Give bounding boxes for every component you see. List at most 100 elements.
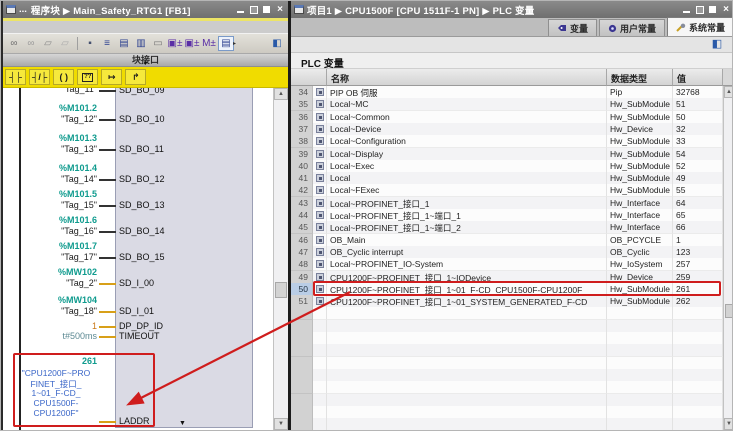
table-row-empty[interactable] <box>291 344 723 358</box>
editor-scrollbar[interactable]: ▲ ▼ <box>273 88 288 430</box>
constant-datatype[interactable]: Hw_Interface <box>607 196 673 210</box>
constant-datatype[interactable]: Hw_SubModule <box>607 98 673 112</box>
constant-name[interactable]: Local~Display <box>327 147 607 161</box>
constant-name[interactable] <box>327 332 607 345</box>
laddr-constant-name-line[interactable]: "CPU1200F~PRO <box>5 368 107 378</box>
table-row[interactable]: 40 Local~Exec Hw_SubModule 52 <box>291 159 723 173</box>
operand-address[interactable]: %M101.5 <box>3 189 97 199</box>
laddr-constant-value[interactable]: 261 <box>3 356 97 366</box>
table-row[interactable]: 50 CPU1200F~PROFINET_接口_1~01_F-CD_CPU1500… <box>291 282 723 296</box>
column-display-icon[interactable]: ◧ <box>709 37 725 52</box>
constant-value[interactable] <box>673 368 723 382</box>
favorites-display-icon[interactable]: ▤ <box>218 36 234 51</box>
float-icon[interactable] <box>695 5 705 14</box>
constant-name[interactable]: Local~Exec <box>327 159 607 173</box>
constant-value[interactable] <box>673 418 723 430</box>
constant-datatype[interactable]: Hw_Interface <box>607 221 673 235</box>
constant-value[interactable]: 1 <box>673 233 723 247</box>
constant-name[interactable]: Local~PROFINET_接口_1 <box>327 196 607 210</box>
close-branch-icon[interactable]: ↱ <box>125 69 147 85</box>
constant-value[interactable]: 55 <box>673 184 723 198</box>
operand-tag[interactable]: "Tag_13" <box>3 144 97 154</box>
table-row[interactable]: 49 CPU1200F~PROFINET_接口_1~IODevice Hw_Devi… <box>291 270 723 284</box>
operand-tag[interactable]: "Tag_12" <box>3 114 97 124</box>
constant-name[interactable] <box>327 418 607 430</box>
constant-datatype[interactable] <box>607 418 673 430</box>
snapshot-off-icon[interactable]: ▱ <box>57 36 73 51</box>
constant-name[interactable]: Local~Device <box>327 122 607 136</box>
table-row[interactable]: 42 Local~FExec Hw_SubModule 55 <box>291 184 723 198</box>
constant-value[interactable] <box>673 319 723 333</box>
scroll-thumb[interactable] <box>275 282 287 298</box>
constant-value[interactable]: 54 <box>673 147 723 161</box>
table-row-empty[interactable] <box>291 393 723 407</box>
constant-value[interactable]: 49 <box>673 172 723 186</box>
constant-datatype[interactable]: Hw_IoSystem <box>607 258 673 272</box>
table-row-empty[interactable] <box>291 319 723 333</box>
table-row[interactable]: 36 Local~Common Hw_SubModule 50 <box>291 110 723 124</box>
table-row-empty[interactable] <box>291 381 723 395</box>
constant-datatype[interactable]: Pip <box>607 86 673 99</box>
normally-closed-contact-icon[interactable]: ┤/├ <box>29 69 51 85</box>
constant-name[interactable]: OB_Cyclic interrupt <box>327 245 607 259</box>
constant-value[interactable]: 262 <box>673 295 723 309</box>
tab-variables[interactable]: 变量 <box>547 19 597 36</box>
constant-name[interactable] <box>327 319 607 333</box>
constant-datatype[interactable]: OB_Cyclic <box>607 245 673 259</box>
table-row-empty[interactable] <box>291 307 723 321</box>
constant-datatype[interactable] <box>607 405 673 419</box>
constant-datatype[interactable] <box>607 368 673 382</box>
operand-address[interactable]: %M101.6 <box>3 215 97 225</box>
table-row[interactable]: 46 OB_Main OB_PCYCLE 1 <box>291 233 723 247</box>
table-scrollbar[interactable]: ▲ ▼ <box>723 86 732 430</box>
constant-value[interactable]: 259 <box>673 270 723 284</box>
operand-address[interactable]: %M101.4 <box>3 163 97 173</box>
constant-datatype[interactable] <box>607 393 673 407</box>
constant-datatype[interactable]: Hw_SubModule <box>607 282 673 296</box>
constant-value[interactable] <box>673 405 723 419</box>
constant-value[interactable]: 50 <box>673 110 723 124</box>
operand-tag[interactable]: "Tag_15" <box>3 200 97 210</box>
block-interface-bar[interactable]: 块接口 ▼ <box>3 54 288 67</box>
network-compact-icon[interactable]: ▥ <box>133 36 149 51</box>
constant-name[interactable] <box>327 381 607 395</box>
minimize-icon[interactable] <box>682 5 692 14</box>
constant-datatype[interactable] <box>607 332 673 345</box>
constant-datatype[interactable]: Hw_Device <box>607 122 673 136</box>
constant-name[interactable] <box>327 307 607 321</box>
operand-address[interactable]: %M101.3 <box>3 133 97 143</box>
table-row[interactable]: 34 PIP OB 伺服 Pip 32768 <box>291 86 723 99</box>
constant-datatype[interactable]: Hw_SubModule <box>607 110 673 124</box>
constant-name[interactable]: CPU1200F~PROFINET_接口_1~01_F-CD_CPU1500F-… <box>327 282 607 296</box>
literal-value[interactable]: 1 <box>3 321 97 331</box>
header-name[interactable]: 名称 <box>327 69 607 86</box>
constant-value[interactable] <box>673 307 723 321</box>
header-datatype[interactable]: 数据类型 <box>607 69 673 86</box>
operand-tag[interactable]: "Tag_16" <box>3 226 97 236</box>
constant-datatype[interactable]: Hw_SubModule <box>607 159 673 173</box>
constant-datatype[interactable] <box>607 381 673 395</box>
constant-value[interactable]: 66 <box>673 221 723 235</box>
network-view-icon[interactable]: ▤ <box>116 36 132 51</box>
constant-name[interactable]: CPU1200F~PROFINET_接口_1~01_SYSTEM_GENERAT… <box>327 295 607 309</box>
constant-name[interactable]: OB_Main <box>327 233 607 247</box>
constant-value[interactable]: 257 <box>673 258 723 272</box>
operand-tag[interactable]: "Tag_18" <box>3 306 97 316</box>
table-row[interactable]: 39 Local~Display Hw_SubModule 54 <box>291 147 723 161</box>
table-row[interactable]: 51 CPU1200F~PROFINET_接口_1~01_SYSTEM_GENER… <box>291 295 723 309</box>
constant-datatype[interactable]: Hw_SubModule <box>607 135 673 149</box>
table-row-empty[interactable] <box>291 405 723 419</box>
table-row-empty[interactable] <box>291 356 723 370</box>
constant-datatype[interactable] <box>607 356 673 370</box>
table-row[interactable]: 35 Local~MC Hw_SubModule 51 <box>291 98 723 112</box>
open-branch-icon[interactable]: ↦ <box>101 69 123 85</box>
split-editor-icon[interactable]: ◧ <box>269 36 285 51</box>
constant-value[interactable]: 64 <box>673 196 723 210</box>
operand-address[interactable]: %M101.7 <box>3 241 97 251</box>
table-row-empty[interactable] <box>291 332 723 345</box>
constant-datatype[interactable]: OB_PCYCLE <box>607 233 673 247</box>
constant-name[interactable] <box>327 368 607 382</box>
constant-datatype[interactable]: Hw_SubModule <box>607 295 673 309</box>
table-row-empty[interactable] <box>291 418 723 430</box>
constant-value[interactable]: 52 <box>673 159 723 173</box>
